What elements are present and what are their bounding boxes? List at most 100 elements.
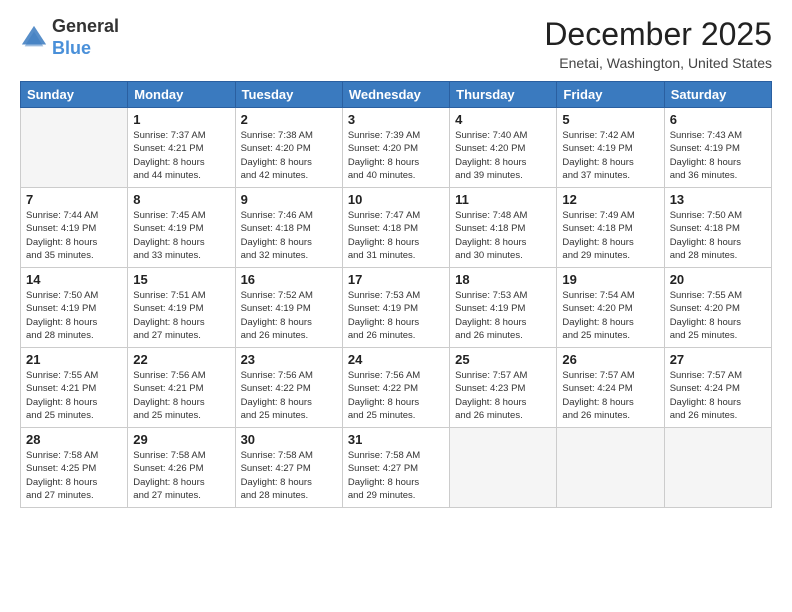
weekday-header: Tuesday <box>235 82 342 108</box>
calendar-day-cell: 15Sunrise: 7:51 AMSunset: 4:19 PMDayligh… <box>128 268 235 348</box>
day-number: 20 <box>670 272 766 287</box>
day-number: 27 <box>670 352 766 367</box>
calendar-day-cell: 28Sunrise: 7:58 AMSunset: 4:25 PMDayligh… <box>21 428 128 508</box>
day-number: 21 <box>26 352 122 367</box>
calendar-day-cell: 11Sunrise: 7:48 AMSunset: 4:18 PMDayligh… <box>450 188 557 268</box>
day-number: 24 <box>348 352 444 367</box>
day-number: 23 <box>241 352 337 367</box>
day-detail: Sunrise: 7:56 AMSunset: 4:22 PMDaylight:… <box>348 369 444 422</box>
logo: General Blue <box>20 16 119 59</box>
calendar-page: General Blue December 2025 Enetai, Washi… <box>0 0 792 612</box>
calendar-day-cell: 27 Sunrise: 7:57 AMSunset: 4:24 PMDayligh… <box>664 348 771 428</box>
day-detail: Sunrise: 7:38 AMSunset: 4:20 PMDaylight:… <box>241 129 337 182</box>
day-detail: Sunrise: 7:42 AMSunset: 4:19 PMDaylight:… <box>562 129 658 182</box>
day-number: 12 <box>562 192 658 207</box>
day-detail: Sunrise: 7:55 AMSunset: 4:20 PMDaylight:… <box>670 289 766 342</box>
title-block: December 2025 Enetai, Washington, United… <box>544 16 772 71</box>
calendar-day-cell: 13 Sunrise: 7:50 AMSunset: 4:18 PMDayligh… <box>664 188 771 268</box>
day-number: 26 <box>562 352 658 367</box>
calendar-day-cell: 19Sunrise: 7:54 AMSunset: 4:20 PMDayligh… <box>557 268 664 348</box>
day-detail: Sunrise: 7:56 AMSunset: 4:22 PMDaylight:… <box>241 369 337 422</box>
calendar-day-cell <box>21 108 128 188</box>
day-number: 17 <box>348 272 444 287</box>
calendar-week-row: 14Sunrise: 7:50 AMSunset: 4:19 PMDayligh… <box>21 268 772 348</box>
day-detail: Sunrise: 7:40 AMSunset: 4:20 PMDaylight:… <box>455 129 551 182</box>
day-number: 13 <box>670 192 766 207</box>
day-detail: Sunrise: 7:47 AMSunset: 4:18 PMDaylight:… <box>348 209 444 262</box>
day-number: 10 <box>348 192 444 207</box>
weekday-header: Sunday <box>21 82 128 108</box>
day-detail: Sunrise: 7:50 AMSunset: 4:19 PMDaylight:… <box>26 289 122 342</box>
calendar-day-cell: 17 Sunrise: 7:53 AMSunset: 4:19 PMDayligh… <box>342 268 449 348</box>
day-number: 18 <box>455 272 551 287</box>
weekday-header: Wednesday <box>342 82 449 108</box>
calendar-day-cell <box>557 428 664 508</box>
calendar-day-cell: 2 Sunrise: 7:38 AMSunset: 4:20 PMDaylight… <box>235 108 342 188</box>
location: Enetai, Washington, United States <box>544 55 772 71</box>
calendar-day-cell: 8Sunrise: 7:45 AMSunset: 4:19 PMDaylight… <box>128 188 235 268</box>
day-detail: Sunrise: 7:46 AMSunset: 4:18 PMDaylight:… <box>241 209 337 262</box>
weekday-header: Friday <box>557 82 664 108</box>
calendar-day-cell: 16 Sunrise: 7:52 AMSunset: 4:19 PMDayligh… <box>235 268 342 348</box>
calendar-day-cell: 23 Sunrise: 7:56 AMSunset: 4:22 PMDayligh… <box>235 348 342 428</box>
calendar-table: SundayMondayTuesdayWednesdayThursdayFrid… <box>20 81 772 508</box>
day-detail: Sunrise: 7:55 AMSunset: 4:21 PMDaylight:… <box>26 369 122 422</box>
day-number: 19 <box>562 272 658 287</box>
calendar-day-cell: 24 Sunrise: 7:56 AMSunset: 4:22 PMDayligh… <box>342 348 449 428</box>
day-number: 1 <box>133 112 229 127</box>
calendar-day-cell: 25 Sunrise: 7:57 AMSunset: 4:23 PMDayligh… <box>450 348 557 428</box>
logo-blue: Blue <box>52 38 119 60</box>
day-number: 22 <box>133 352 229 367</box>
weekday-header: Thursday <box>450 82 557 108</box>
day-number: 2 <box>241 112 337 127</box>
day-number: 16 <box>241 272 337 287</box>
calendar-day-cell: 22 Sunrise: 7:56 AMSunset: 4:21 PMDayligh… <box>128 348 235 428</box>
calendar-week-row: 28Sunrise: 7:58 AMSunset: 4:25 PMDayligh… <box>21 428 772 508</box>
calendar-week-row: 21 Sunrise: 7:55 AMSunset: 4:21 PMDayligh… <box>21 348 772 428</box>
calendar-day-cell: 30Sunrise: 7:58 AMSunset: 4:27 PMDayligh… <box>235 428 342 508</box>
day-number: 28 <box>26 432 122 447</box>
day-detail: Sunrise: 7:51 AMSunset: 4:19 PMDaylight:… <box>133 289 229 342</box>
day-number: 9 <box>241 192 337 207</box>
calendar-day-cell: 7 Sunrise: 7:44 AMSunset: 4:19 PMDaylight… <box>21 188 128 268</box>
day-detail: Sunrise: 7:39 AMSunset: 4:20 PMDaylight:… <box>348 129 444 182</box>
calendar-day-cell: 6Sunrise: 7:43 AMSunset: 4:19 PMDaylight… <box>664 108 771 188</box>
day-detail: Sunrise: 7:53 AMSunset: 4:19 PMDaylight:… <box>348 289 444 342</box>
calendar-week-row: 1Sunrise: 7:37 AMSunset: 4:21 PMDaylight… <box>21 108 772 188</box>
day-number: 5 <box>562 112 658 127</box>
calendar-day-cell: 21 Sunrise: 7:55 AMSunset: 4:21 PMDayligh… <box>21 348 128 428</box>
calendar-day-cell: 4 Sunrise: 7:40 AMSunset: 4:20 PMDaylight… <box>450 108 557 188</box>
day-detail: Sunrise: 7:56 AMSunset: 4:21 PMDaylight:… <box>133 369 229 422</box>
weekday-header: Monday <box>128 82 235 108</box>
day-detail: Sunrise: 7:50 AMSunset: 4:18 PMDaylight:… <box>670 209 766 262</box>
day-number: 4 <box>455 112 551 127</box>
day-number: 11 <box>455 192 551 207</box>
calendar-day-cell: 29 Sunrise: 7:58 AMSunset: 4:26 PMDayligh… <box>128 428 235 508</box>
day-detail: Sunrise: 7:58 AMSunset: 4:26 PMDaylight:… <box>133 449 229 502</box>
day-number: 29 <box>133 432 229 447</box>
calendar-day-cell: 10 Sunrise: 7:47 AMSunset: 4:18 PMDayligh… <box>342 188 449 268</box>
calendar-day-cell: 3 Sunrise: 7:39 AMSunset: 4:20 PMDaylight… <box>342 108 449 188</box>
day-number: 31 <box>348 432 444 447</box>
logo-general: General <box>52 16 119 38</box>
day-detail: Sunrise: 7:53 AMSunset: 4:19 PMDaylight:… <box>455 289 551 342</box>
day-detail: Sunrise: 7:57 AMSunset: 4:24 PMDaylight:… <box>670 369 766 422</box>
calendar-day-cell: 20 Sunrise: 7:55 AMSunset: 4:20 PMDayligh… <box>664 268 771 348</box>
calendar-day-cell: 12Sunrise: 7:49 AMSunset: 4:18 PMDayligh… <box>557 188 664 268</box>
day-detail: Sunrise: 7:57 AMSunset: 4:23 PMDaylight:… <box>455 369 551 422</box>
day-number: 3 <box>348 112 444 127</box>
calendar-week-row: 7 Sunrise: 7:44 AMSunset: 4:19 PMDaylight… <box>21 188 772 268</box>
day-number: 8 <box>133 192 229 207</box>
day-detail: Sunrise: 7:44 AMSunset: 4:19 PMDaylight:… <box>26 209 122 262</box>
weekday-header: Saturday <box>664 82 771 108</box>
calendar-day-cell: 18 Sunrise: 7:53 AMSunset: 4:19 PMDayligh… <box>450 268 557 348</box>
page-header: General Blue December 2025 Enetai, Washi… <box>20 16 772 71</box>
calendar-day-cell <box>450 428 557 508</box>
day-number: 25 <box>455 352 551 367</box>
calendar-day-cell: 1Sunrise: 7:37 AMSunset: 4:21 PMDaylight… <box>128 108 235 188</box>
calendar-day-cell: 5 Sunrise: 7:42 AMSunset: 4:19 PMDaylight… <box>557 108 664 188</box>
day-number: 7 <box>26 192 122 207</box>
day-detail: Sunrise: 7:57 AMSunset: 4:24 PMDaylight:… <box>562 369 658 422</box>
day-detail: Sunrise: 7:52 AMSunset: 4:19 PMDaylight:… <box>241 289 337 342</box>
logo-icon <box>20 24 48 52</box>
